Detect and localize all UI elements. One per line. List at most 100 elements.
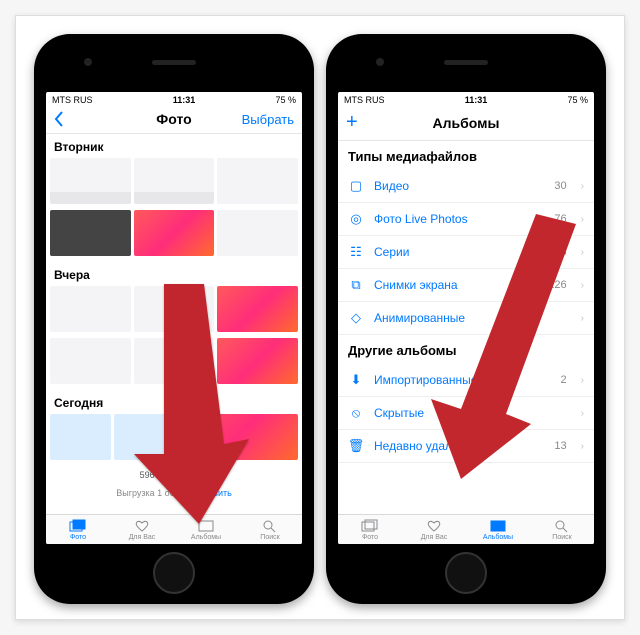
section-other-albums: Другие альбомы (338, 335, 594, 364)
tab-for-you[interactable]: Для Вас (110, 515, 174, 544)
photo-count: 596 фото, видео (46, 466, 302, 484)
tab-search[interactable]: Поиск (530, 515, 594, 544)
row-imports[interactable]: ⬇ Импортированные 2 › (338, 364, 594, 397)
albums-icon (197, 519, 215, 533)
row-videos[interactable]: ▢ Видео 30 › (338, 170, 594, 203)
thumb-row (46, 286, 302, 338)
chevron-right-icon: › (577, 313, 584, 324)
photo-thumb[interactable] (177, 414, 298, 460)
carrier-label: MTS RUS (52, 95, 93, 105)
photo-thumb[interactable] (217, 158, 298, 204)
photos-content[interactable]: Вторник Вчера (46, 134, 302, 514)
row-label: Снимки экрана (374, 278, 538, 292)
row-count: 76 (554, 213, 566, 225)
chevron-right-icon: › (577, 375, 584, 386)
thumb-row (46, 414, 302, 466)
row-bursts[interactable]: ☷ Серии 13 › (338, 236, 594, 269)
chevron-left-icon (54, 111, 64, 127)
tab-label: Поиск (260, 534, 279, 541)
section-media-types: Типы медиафайлов (338, 141, 594, 170)
for-you-icon (133, 519, 151, 533)
row-label: Фото Live Photos (374, 212, 544, 226)
photo-thumb[interactable] (50, 414, 111, 460)
row-count: 226 (548, 279, 566, 291)
clock-label: 11:31 (465, 95, 488, 105)
video-icon: ▢ (348, 178, 364, 194)
row-recently-deleted[interactable]: 🗑 Недавно удаленные 13 › (338, 430, 594, 463)
phone-camera-dot (376, 58, 384, 66)
photo-thumb[interactable] (114, 414, 175, 460)
select-button[interactable]: Выбрать (238, 112, 294, 127)
row-label: Видео (374, 179, 544, 193)
tab-albums[interactable]: Альбомы (174, 515, 238, 544)
section-today: Сегодня (46, 390, 302, 414)
photo-thumb[interactable] (217, 210, 298, 256)
chevron-right-icon: › (577, 441, 584, 452)
battery-label: 75 % (567, 95, 588, 105)
nav-bar: + Альбомы (338, 107, 594, 141)
chevron-right-icon: › (577, 181, 584, 192)
photo-thumb[interactable] (217, 338, 298, 384)
stop-upload-button[interactable]: Остановить (183, 488, 232, 498)
status-bar: MTS RUS 11:31 75 % (46, 92, 302, 107)
photo-thumb[interactable] (217, 286, 298, 332)
tab-bar: Фото Для Вас Альбомы Поиск (338, 514, 594, 544)
thumb-row (46, 338, 302, 390)
home-button[interactable] (153, 552, 195, 594)
clock-label: 11:31 (173, 95, 196, 105)
nav-title: Альбомы (402, 115, 530, 131)
row-hidden[interactable]: ⦸ Скрытые › (338, 397, 594, 430)
photo-thumb[interactable] (50, 158, 131, 204)
burst-icon: ☷ (348, 244, 364, 260)
upload-text: Выгрузка 1 объ (116, 488, 180, 498)
phone-speaker (444, 60, 488, 65)
photo-thumb[interactable] (50, 210, 131, 256)
screenshot-icon: ⧉ (348, 277, 364, 293)
row-label: Скрытые (374, 406, 557, 420)
chevron-right-icon: › (577, 280, 584, 291)
row-count: 13 (554, 246, 566, 258)
phone-camera-dot (84, 58, 92, 66)
tab-albums[interactable]: Альбомы (466, 515, 530, 544)
tab-label: Фото (362, 534, 378, 541)
chevron-right-icon: › (577, 408, 584, 419)
hidden-icon: ⦸ (348, 405, 364, 421)
row-screenshots[interactable]: ⧉ Снимки экрана 226 › (338, 269, 594, 302)
albums-icon (489, 519, 507, 533)
photo-thumb[interactable] (134, 210, 215, 256)
row-animated[interactable]: ◇ Анимированные › (338, 302, 594, 335)
tab-label: Для Вас (129, 534, 156, 541)
photo-thumb[interactable] (134, 338, 215, 384)
photo-thumb[interactable] (134, 158, 215, 204)
photo-thumb[interactable] (134, 286, 215, 332)
row-count: 13 (554, 440, 566, 452)
row-label: Анимированные (374, 311, 557, 325)
tab-photos[interactable]: Фото (46, 515, 110, 544)
row-count: 30 (554, 180, 566, 192)
phone-speaker (152, 60, 196, 65)
section-yesterday: Вчера (46, 262, 302, 286)
screen-albums: MTS RUS 11:31 75 % + Альбомы Типы медиаф… (338, 92, 594, 544)
tab-search[interactable]: Поиск (238, 515, 302, 544)
add-button[interactable]: + (346, 111, 402, 134)
photo-thumb[interactable] (50, 338, 131, 384)
home-button[interactable] (445, 552, 487, 594)
albums-content[interactable]: Типы медиафайлов ▢ Видео 30 › ◎ Фото Liv… (338, 141, 594, 514)
carrier-label: MTS RUS (344, 95, 385, 105)
row-label: Импортированные (374, 373, 551, 387)
tab-label: Фото (70, 534, 86, 541)
tab-photos[interactable]: Фото (338, 515, 402, 544)
image-frame: MTS RUS 11:31 75 % Фото Выбрать Вторник (15, 15, 625, 620)
for-you-icon (425, 519, 443, 533)
row-live-photos[interactable]: ◎ Фото Live Photos 76 › (338, 203, 594, 236)
tab-for-you[interactable]: Для Вас (402, 515, 466, 544)
tab-label: Альбомы (191, 534, 221, 541)
row-count: 2 (561, 374, 567, 386)
upload-status: Выгрузка 1 объ Остановить (46, 484, 302, 502)
row-label: Серии (374, 245, 544, 259)
back-button[interactable] (54, 111, 110, 127)
photo-thumb[interactable] (50, 286, 131, 332)
tab-label: Альбомы (483, 534, 513, 541)
tab-bar: Фото Для Вас Альбомы Поиск (46, 514, 302, 544)
nav-bar: Фото Выбрать (46, 107, 302, 134)
